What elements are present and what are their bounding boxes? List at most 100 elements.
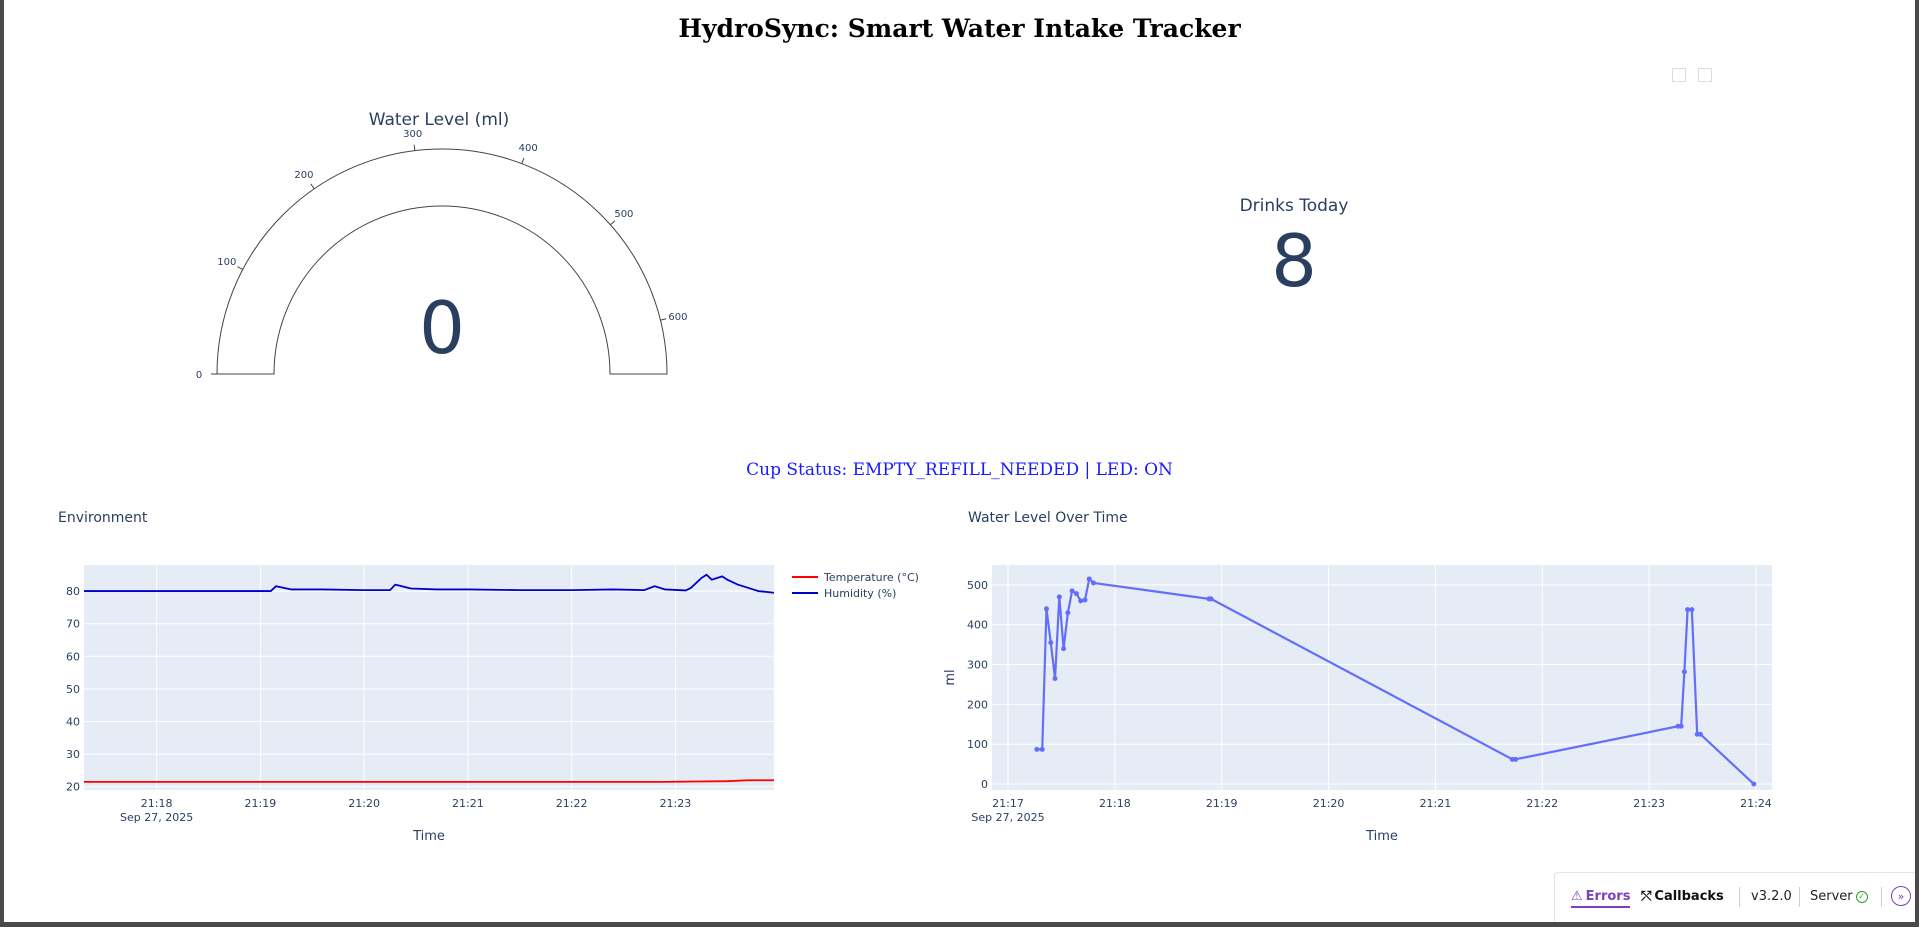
y-tick-label: 500 [967,579,988,592]
data-point [1208,596,1214,602]
data-point [1751,781,1757,787]
y-tick-label: 100 [967,738,988,751]
data-point [1034,746,1040,752]
x-tick-label: 21:19 [1206,797,1238,810]
x-axis-title: Time [1365,829,1398,844]
y-tick-label: 70 [66,618,80,631]
gauge-tick-label: 300 [403,129,422,140]
x-tick-label: 21:23 [1633,797,1665,810]
data-point [1685,607,1691,613]
y-tick-label: 30 [66,748,80,761]
x-tick-label: 21:23 [660,797,692,810]
environment-chart-title: Environment [58,510,148,526]
divider [1799,887,1800,907]
cup-status-text: Cup Status: EMPTY_REFILL_NEEDED | LED: O… [746,460,1173,480]
drinks-today-title: Drinks Today [1239,196,1349,216]
x-tick-label: 21:21 [1420,797,1452,810]
check-circle-icon: ✓ [1855,890,1868,903]
callbacks-icon: ⤲ [1641,889,1652,904]
data-point [1052,675,1058,681]
app-window: HydroSync: Smart Water Intake Tracker Wa… [4,0,1915,922]
y-axis-title: ml [943,669,958,685]
gauge-tick [413,144,416,151]
x-tick-label: 21:17 [992,797,1024,810]
version-text: v3.2.0 [1751,889,1792,904]
y-tick-label: 80 [66,585,80,598]
data-point [1689,607,1695,613]
gauge-tick [610,220,616,226]
gauge-tick [310,183,315,190]
data-point [1048,640,1054,646]
gauge-tick [237,266,244,270]
x-axis-title: Time [412,829,445,844]
y-tick-label: 40 [66,716,80,729]
data-point [1039,746,1045,752]
data-point [1069,588,1075,594]
callbacks-tab[interactable]: ⤲ Callbacks [1641,889,1724,904]
legend-item: Humidity (%) [824,587,896,600]
gauge-value: 0 [419,286,465,370]
gauge-tick [521,157,525,164]
x-date-label: Sep 27, 2025 [120,811,193,824]
data-point [1043,606,1049,612]
warning-icon: ⚠ [1571,889,1583,904]
plot-area [84,565,774,790]
y-tick-label: 0 [981,778,988,791]
environment-chart: 20 30 40 50 60 70 80 21:18 21:19 21:20 21:21 21:22 2… [66,565,919,844]
legend-item: Temperature (°C) [823,571,919,584]
gauge-tick-label: 500 [614,209,633,220]
data-point [1091,580,1097,586]
divider [1881,887,1882,907]
y-tick-label: 50 [66,683,80,696]
server-label: Server [1810,889,1853,904]
data-point [1513,756,1519,762]
data-point [1086,576,1092,582]
gauge-tick-label: 400 [519,143,538,154]
chart-modebar [1672,68,1722,84]
server-status: Server ✓ [1810,889,1868,904]
x-date-label: Sep 27, 2025 [971,811,1044,824]
data-point [1678,723,1684,729]
x-tick-label: 21:20 [348,797,380,810]
chevron-right-circle-icon[interactable]: » [1891,886,1911,906]
data-point [1078,598,1084,604]
data-point [1065,610,1071,616]
water-level-chart: 0 100 200 300 400 500 21:17 21:18 21:19 21:20 21:2… [943,565,1772,844]
errors-label: Errors [1585,889,1631,904]
camera-icon[interactable] [1672,68,1686,82]
data-point [1056,594,1062,600]
gauge-tick [660,318,667,321]
water-level-chart-title: Water Level Over Time [968,510,1128,526]
x-tick-label: 21:24 [1740,797,1772,810]
y-tick-label: 200 [967,698,988,711]
x-tick-label: 21:18 [141,797,173,810]
x-tick-label: 21:22 [556,797,588,810]
gauge-tick-label: 600 [668,312,687,323]
data-point [1061,646,1067,652]
page-title: HydroSync: Smart Water Intake Tracker [678,14,1241,43]
gauge-tick-label: 100 [217,257,236,268]
version-label: v3.2.0 [1751,889,1792,904]
dev-tools-bar: ⚠ Errors ⤲ Callbacks v3.2.0 Server ✓ » [1554,872,1915,922]
y-tick-label: 300 [967,659,988,672]
drinks-today-value: 8 [1271,219,1317,303]
y-tick-label: 60 [66,650,80,663]
gauge-tick-label: 0 [196,370,202,381]
x-tick-label: 21:18 [1099,797,1131,810]
plot-area [992,565,1772,790]
divider [1739,887,1740,907]
x-tick-label: 21:21 [452,797,484,810]
gauge-tick-label: 200 [294,170,313,181]
autoscale-icon[interactable] [1698,68,1712,82]
x-tick-label: 21:20 [1313,797,1345,810]
callbacks-label: Callbacks [1654,889,1724,904]
x-tick-label: 21:22 [1526,797,1558,810]
data-point [1073,591,1079,597]
data-point [1697,731,1703,737]
y-tick-label: 20 [66,781,80,794]
data-point [1681,669,1687,675]
y-tick-label: 400 [967,619,988,632]
x-tick-label: 21:19 [245,797,277,810]
data-point [1082,597,1088,603]
errors-tab[interactable]: ⚠ Errors [1571,889,1631,908]
